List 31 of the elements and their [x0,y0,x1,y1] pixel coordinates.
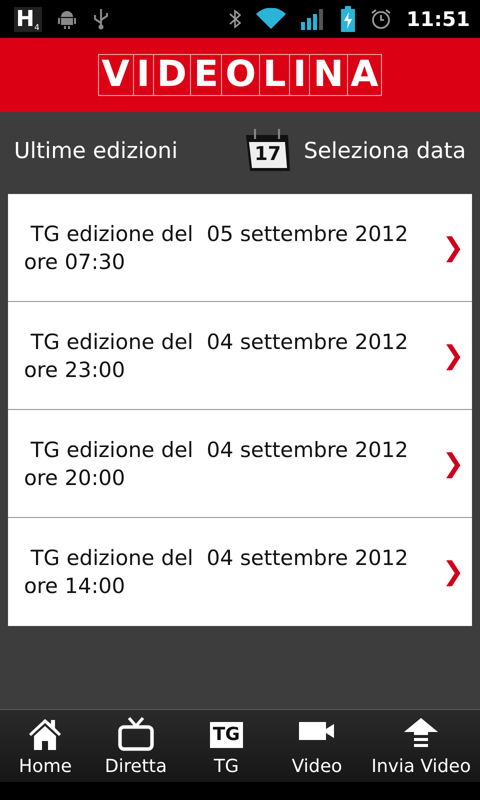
edition-item[interactable]: TG edizione del 05 settembre 2012 ore 07:30 ❯ [8,194,472,302]
edition-time: ore 20:00 [24,464,126,492]
section-title: Ultime edizioni [14,138,179,164]
chevron-icon: ❯ [442,558,464,586]
android-icon [56,8,78,30]
nav-tab[interactable]: Invia Video [362,710,480,782]
edition-item[interactable]: TG edizione del 04 settembre 2012 ore 23:00 ❯ [8,302,472,410]
nav-tab[interactable]: Diretta [90,710,182,782]
wifi-icon [256,8,286,30]
edition-item[interactable]: TG edizione del 04 settembre 2012 ore 20:00 ❯ [8,410,472,518]
edition-title: TG edizione del 05 settembre 2012 [30,220,410,248]
nav-tab[interactable]: Video [272,710,362,782]
edition-time: ore 23:00 [24,356,126,384]
clock: 11:51 [406,7,470,31]
edition-item[interactable]: TG edizione del 04 settembre 2012 ore 14:00 ❯ [8,518,472,626]
edition-title: TG edizione del 04 settembre 2012 [30,328,410,356]
bluetooth-icon [228,8,242,30]
network-type: H$_{4}$ [14,6,42,32]
edition-title: TG edizione del 04 settembre 2012 [30,545,410,572]
battery-icon [340,6,356,32]
edition-time: ore 14:00 [24,573,126,600]
nav-tab[interactable]: Home [0,710,91,782]
alarm-icon [370,8,392,30]
chevron-icon: ❯ [442,450,464,478]
edition-title: TG edizione del 04 settembre 2012 [30,436,410,464]
usb-icon [92,7,110,31]
nav-tab[interactable]: TG TG [181,710,272,782]
chevron-icon: ❯ [442,234,464,262]
chevron-icon: ❯ [442,342,464,370]
edition-time: ore 07:30 [24,248,126,276]
select-date-button[interactable]: 17 Seleziona data [242,125,466,177]
